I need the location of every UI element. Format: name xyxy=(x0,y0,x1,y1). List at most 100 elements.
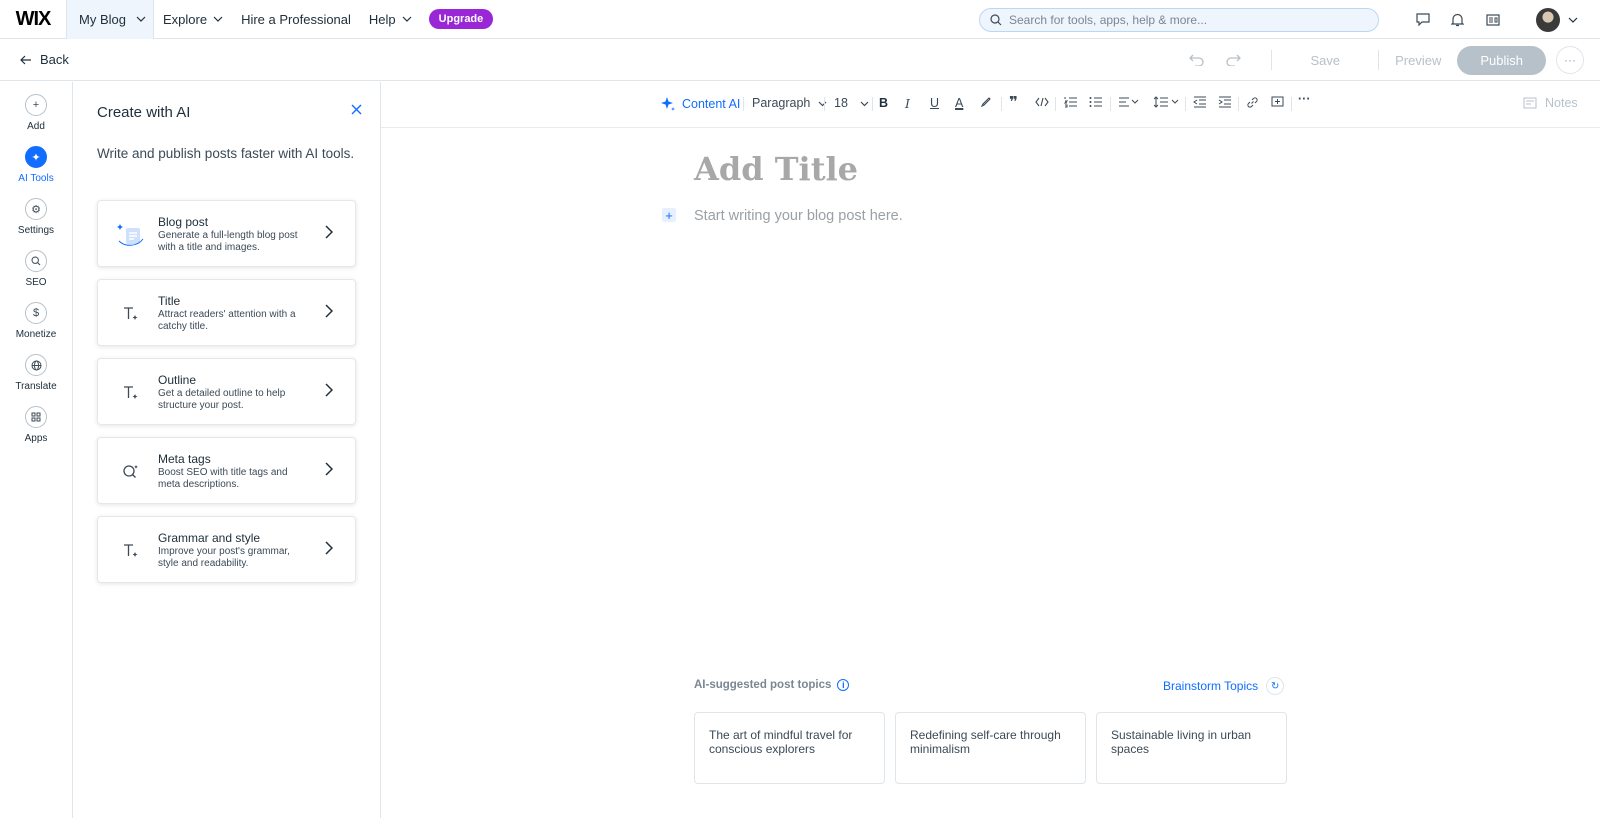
card-description: Attract readers' attention with a catchy… xyxy=(158,309,296,332)
divider xyxy=(824,97,825,111)
rail-item-settings[interactable]: ⚙ Settings xyxy=(0,198,72,236)
card-description: Get a detailed outline to help structure… xyxy=(158,388,286,411)
text-color-icon[interactable]: A xyxy=(955,96,963,110)
topic-card[interactable]: Redefining self-care through minimalism xyxy=(895,712,1086,784)
site-selector[interactable]: My Blog xyxy=(66,0,154,39)
content-ai-button[interactable]: Content AI xyxy=(660,96,740,112)
ai-card-grammar-style[interactable]: Grammar and style Improve your post's gr… xyxy=(97,516,356,583)
nav-hire-professional[interactable]: Hire a Professional xyxy=(232,0,360,39)
code-icon[interactable] xyxy=(1035,96,1049,110)
divider xyxy=(1291,97,1292,111)
card-title: Grammar and style xyxy=(158,531,261,545)
more-options-icon[interactable]: ··· xyxy=(1556,46,1584,74)
card-title: Title xyxy=(158,294,181,308)
upgrade-button[interactable]: Upgrade xyxy=(428,9,494,29)
notes-button[interactable]: Notes xyxy=(1523,96,1578,110)
rail-item-translate[interactable]: Translate xyxy=(0,354,72,392)
brainstorm-topics-button[interactable]: Brainstorm Topics ↻ xyxy=(1163,677,1285,695)
more-toolbar-icon[interactable]: ··· xyxy=(1298,92,1311,106)
paragraph-style-select[interactable]: Paragraph xyxy=(752,96,827,110)
avatar[interactable] xyxy=(1536,7,1560,32)
chat-icon[interactable] xyxy=(1405,0,1440,39)
apps-icon xyxy=(25,406,47,428)
highlight-icon[interactable] xyxy=(980,96,992,111)
chevron-down-icon xyxy=(402,16,412,22)
ai-card-title[interactable]: Title Attract readers' attention with a … xyxy=(97,279,356,346)
nav-hire-label: Hire a Professional xyxy=(241,11,351,27)
nav-help[interactable]: Help xyxy=(360,0,421,39)
divider xyxy=(1185,97,1186,111)
search-icon xyxy=(990,14,1002,26)
bell-icon[interactable] xyxy=(1440,0,1475,39)
card-title: Outline xyxy=(158,373,197,387)
rail-item-add[interactable]: + Add xyxy=(0,94,72,132)
outdent-icon[interactable] xyxy=(1193,96,1206,111)
indent-icon[interactable] xyxy=(1218,96,1231,111)
line-spacing-icon[interactable] xyxy=(1153,96,1180,111)
nav-explore[interactable]: Explore xyxy=(154,0,232,39)
ai-card-blog-post[interactable]: Blog post Generate a full-length blog po… xyxy=(97,200,356,267)
divider xyxy=(1110,97,1111,111)
divider xyxy=(1001,97,1002,111)
rail-item-seo[interactable]: SEO xyxy=(0,250,72,288)
close-icon[interactable] xyxy=(351,102,362,120)
formatting-toolbar: Content AI Paragraph 18 B I U A ❞ ··· No… xyxy=(381,82,1600,128)
content-ai-label: Content AI xyxy=(682,97,741,111)
nav-help-label: Help xyxy=(368,11,396,27)
nav-explore-label: Explore xyxy=(163,11,208,27)
divider xyxy=(1055,97,1056,111)
rail-item-ai-tools[interactable]: ✦ AI Tools xyxy=(0,146,72,184)
rail-item-apps[interactable]: Apps xyxy=(0,406,72,444)
topic-card[interactable]: The art of mindful travel for conscious … xyxy=(694,712,885,784)
ai-card-outline[interactable]: Outline Get a detailed outline to help s… xyxy=(97,358,356,425)
chevron-right-icon xyxy=(325,223,334,244)
chevron-right-icon xyxy=(325,539,334,560)
link-icon[interactable] xyxy=(1246,96,1259,112)
bold-icon[interactable]: B xyxy=(879,96,888,110)
chevron-down-icon xyxy=(818,101,827,107)
body-input[interactable]: Start writing your blog post here. xyxy=(694,208,903,224)
undo-icon[interactable] xyxy=(1189,54,1205,66)
arrow-left-icon xyxy=(20,55,31,64)
search-icon xyxy=(25,250,47,272)
card-title: Blog post xyxy=(158,215,209,229)
quote-icon[interactable]: ❞ xyxy=(1009,93,1018,111)
news-icon[interactable] xyxy=(1475,0,1510,39)
ai-card-meta-tags[interactable]: Meta tags Boost SEO with title tags and … xyxy=(97,437,356,504)
underline-icon[interactable]: U xyxy=(930,96,939,110)
plus-icon: + xyxy=(25,94,47,116)
chevron-right-icon xyxy=(325,460,334,481)
card-description: Generate a full-length blog post with a … xyxy=(158,230,298,253)
redo-icon[interactable] xyxy=(1225,54,1242,66)
rail-item-label: Monetize xyxy=(15,329,57,340)
chevron-down-icon xyxy=(213,16,223,22)
panel-subtitle: Write and publish posts faster with AI t… xyxy=(97,146,355,161)
chevron-down-icon xyxy=(136,14,146,25)
save-button[interactable]: Save xyxy=(1272,53,1378,68)
editor-canvas: Content AI Paragraph 18 B I U A ❞ ··· No… xyxy=(381,82,1600,818)
divider xyxy=(743,97,744,111)
chevron-down-icon[interactable] xyxy=(1568,17,1578,23)
title-input[interactable]: Add Title xyxy=(694,150,858,188)
rail-item-monetize[interactable]: $ Monetize xyxy=(0,302,72,340)
back-button[interactable]: Back xyxy=(20,52,69,67)
search-input[interactable]: Search for tools, apps, help & more... xyxy=(979,8,1379,32)
text-sparkle-icon xyxy=(116,379,146,407)
notes-label: Notes xyxy=(1545,96,1578,110)
dollar-icon: $ xyxy=(25,302,47,324)
topics-label: AI-suggested post topics xyxy=(694,679,832,691)
info-icon[interactable]: i xyxy=(837,679,850,691)
wix-logo[interactable]: WIX xyxy=(0,0,66,39)
add-block-icon[interactable]: + xyxy=(662,208,676,223)
topic-card[interactable]: Sustainable living in urban spaces xyxy=(1096,712,1287,784)
align-left-icon[interactable] xyxy=(1118,96,1140,111)
font-size-select[interactable]: 18 xyxy=(834,96,869,110)
publish-button[interactable]: Publish xyxy=(1457,45,1546,75)
rail-item-label: Translate xyxy=(15,381,57,392)
italic-icon[interactable]: I xyxy=(905,96,910,111)
insert-media-icon[interactable] xyxy=(1271,96,1284,111)
rail-item-label: Apps xyxy=(24,433,48,444)
bullet-list-icon[interactable] xyxy=(1089,96,1102,111)
numbered-list-icon[interactable] xyxy=(1063,96,1077,111)
preview-button[interactable]: Preview xyxy=(1379,53,1457,68)
